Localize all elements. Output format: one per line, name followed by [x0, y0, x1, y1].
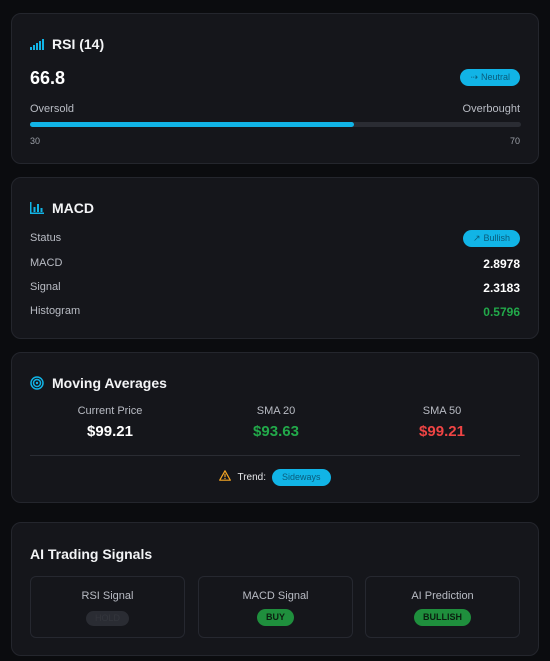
macd-signal-card: MACD Signal BUY: [198, 576, 353, 638]
macd-signal-label: MACD Signal: [242, 590, 309, 602]
rsi-signal-badge: HOLD: [85, 611, 129, 626]
macd-status-badge: ↗ Bullish: [462, 230, 520, 247]
sma50-label: SMA 50: [422, 405, 462, 417]
sma50-column: SMA 50 $99.21: [362, 405, 522, 440]
macd-row-label: MACD: [30, 257, 63, 269]
macd-status-label: Status: [30, 232, 62, 244]
rsi-gauge-track: [30, 122, 521, 127]
rsi-status-label: Neutral: [480, 72, 510, 82]
ai-signals-title: AI Trading Signals: [30, 546, 153, 562]
trend-row: Trend: Sideways: [12, 468, 538, 486]
ai-signals-card: AI Trading Signals RSI Signal HOLD MACD …: [11, 522, 539, 656]
target-icon: [30, 376, 44, 390]
moving-averages-title: Moving Averages: [30, 375, 167, 391]
rsi-low-tick: 30: [30, 136, 41, 146]
ai-prediction-badge: BULLISH: [414, 609, 471, 626]
moving-averages-title-label: Moving Averages: [52, 375, 167, 391]
oversold-label: Oversold: [30, 103, 75, 115]
trend-badge: Sideways: [272, 468, 331, 486]
trend-up-icon: ↗: [472, 233, 481, 243]
rsi-title: RSI (14): [30, 36, 104, 52]
ai-prediction-card: AI Prediction BULLISH: [365, 576, 520, 638]
current-price-label: Current Price: [77, 405, 143, 417]
macd-signal-badge: BUY: [256, 609, 294, 626]
sma20-column: SMA 20 $93.63: [196, 405, 356, 440]
trend-label: Trend:: [237, 471, 266, 483]
rsi-signal-label: RSI Signal: [81, 590, 134, 602]
divider: [30, 455, 520, 456]
current-price-column: Current Price $99.21: [30, 405, 190, 440]
signal-row-value: 2.3183: [483, 281, 520, 295]
macd-title: MACD: [30, 200, 94, 216]
macd-row-value: 2.8978: [483, 257, 520, 271]
macd-title-label: MACD: [52, 200, 94, 216]
bar-chart-icon: [30, 202, 44, 214]
ai-prediction-label: AI Prediction: [411, 590, 474, 602]
overbought-label: Overbought: [462, 103, 520, 115]
sma20-value: $93.63: [253, 423, 299, 440]
rsi-value: 66.8: [30, 68, 66, 88]
rsi-card: RSI (14) 66.8 ⇢ Neutral Oversold Overbou…: [11, 13, 539, 164]
rsi-high-tick: 70: [509, 136, 520, 146]
sma50-value: $99.21: [419, 423, 465, 440]
rsi-signal-card: RSI Signal HOLD: [30, 576, 185, 638]
signal-bars-icon: [30, 38, 44, 50]
moving-averages-card: Moving Averages Current Price $99.21 SMA…: [11, 352, 539, 503]
macd-status-text: Bullish: [483, 233, 510, 243]
histogram-row-label: Histogram: [30, 305, 81, 317]
current-price-value: $99.21: [87, 423, 133, 440]
rsi-title-label: RSI (14): [52, 36, 105, 52]
rsi-status-badge: ⇢ Neutral: [460, 69, 520, 86]
trend-flat-icon: ⇢: [470, 72, 478, 82]
macd-card: MACD Status ↗ Bullish MACD 2.8978 Signal…: [11, 177, 539, 339]
histogram-row-value: 0.5796: [483, 305, 520, 319]
warning-triangle-icon: [219, 468, 232, 486]
rsi-gauge-fill: [30, 122, 355, 127]
sma20-label: SMA 20: [256, 405, 296, 417]
signal-row-label: Signal: [30, 281, 61, 293]
